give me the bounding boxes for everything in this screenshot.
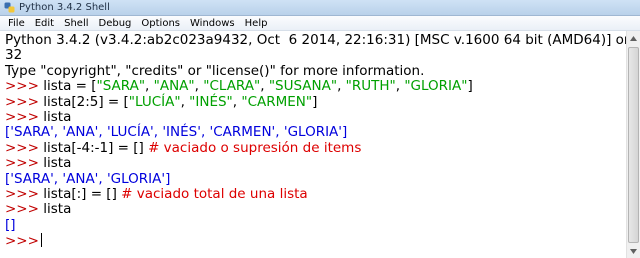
- text-cursor: [40, 233, 42, 248]
- window-title: Python 3.4.2 Shell: [19, 2, 110, 13]
- prompt: >>>: [5, 78, 44, 95]
- code: lista: [43, 155, 72, 172]
- scroll-up-button[interactable]: [627, 31, 640, 45]
- code: lista[:] = []: [43, 185, 122, 202]
- code: ]: [312, 93, 318, 110]
- string-literal: "GLORIA": [404, 78, 468, 95]
- python-icon: [4, 2, 15, 13]
- scroll-down-button[interactable]: [627, 244, 640, 258]
- prompt: >>>: [5, 201, 44, 218]
- active-input-line[interactable]: >>>: [5, 233, 626, 250]
- code: ,: [337, 78, 346, 95]
- code: lista: [43, 201, 72, 218]
- arrow-down-icon: [630, 248, 637, 254]
- prompt: >>>: [5, 93, 44, 110]
- menu-shell[interactable]: Shell: [59, 17, 93, 30]
- vertical-scrollbar[interactable]: [626, 31, 640, 258]
- output-line: ['SARA', 'ANA', 'GLORIA']: [5, 170, 171, 187]
- banner-line: Type "copyright", "credits" or "license(…: [5, 62, 425, 79]
- output-line: ['SARA', 'ANA', 'LUCÍA', 'INÉS', 'CARMEN…: [5, 124, 348, 141]
- prompt: >>>: [5, 139, 44, 156]
- code: lista[2:5] = [: [43, 93, 129, 110]
- string-literal: "CARMEN": [241, 93, 313, 110]
- prompt: >>>: [5, 108, 44, 125]
- prompt: >>>: [5, 155, 44, 172]
- code: ,: [194, 78, 204, 95]
- string-literal: "CLARA": [203, 78, 261, 95]
- code: lista[-4:-1] = []: [43, 139, 149, 156]
- code: lista = [: [43, 78, 97, 95]
- shell-text-area[interactable]: Python 3.4.2 (v3.4.2:ab2c023a9432, Oct 6…: [0, 31, 626, 258]
- prompt: >>>: [5, 233, 39, 250]
- input-line: >>> lista[2:5] = ["LUCÍA", "INÉS", "CARM…: [5, 93, 626, 110]
- menu-options[interactable]: Options: [136, 17, 185, 30]
- input-line: >>> lista[:] = [] # vaciado total de una…: [5, 185, 626, 202]
- title-bar[interactable]: Python 3.4.2 Shell: [0, 0, 640, 16]
- input-line: >>> lista: [5, 155, 626, 172]
- code: ,: [180, 93, 190, 110]
- string-literal: "SARA": [96, 78, 146, 95]
- prompt: >>>: [5, 185, 44, 202]
- code: ]: [467, 78, 473, 95]
- menu-edit[interactable]: Edit: [30, 17, 59, 30]
- input-line: >>> lista: [5, 202, 626, 217]
- string-literal: "SUSANA": [268, 78, 338, 95]
- code: lista: [43, 108, 72, 125]
- scroll-thumb[interactable]: [628, 47, 639, 243]
- comment: # vaciado o supresión de items: [148, 139, 362, 156]
- code: ,: [145, 78, 154, 95]
- string-literal: "RUTH": [345, 78, 396, 95]
- code: ,: [260, 78, 269, 95]
- menu-file[interactable]: File: [3, 17, 30, 30]
- string-literal: "INÉS": [189, 93, 233, 110]
- menu-bar: File Edit Shell Debug Options Windows He…: [0, 16, 640, 31]
- input-line: >>> lista = ["SARA", "ANA", "CLARA", "SU…: [5, 78, 626, 95]
- banner-line: Python 3.4.2 (v3.4.2:ab2c023a9432, Oct 6…: [5, 32, 626, 48]
- menu-help[interactable]: Help: [240, 17, 273, 30]
- string-literal: "LUCÍA": [128, 93, 181, 110]
- comment: # vaciado total de una lista: [121, 185, 308, 202]
- arrow-up-icon: [630, 35, 637, 41]
- menu-windows[interactable]: Windows: [185, 17, 240, 30]
- output-line: []: [5, 216, 16, 233]
- menu-debug[interactable]: Debug: [94, 17, 137, 30]
- string-literal: "ANA": [153, 78, 195, 95]
- input-line: >>> lista[-4:-1] = [] # vaciado o supres…: [5, 139, 626, 156]
- banner-line: 32: [5, 47, 23, 64]
